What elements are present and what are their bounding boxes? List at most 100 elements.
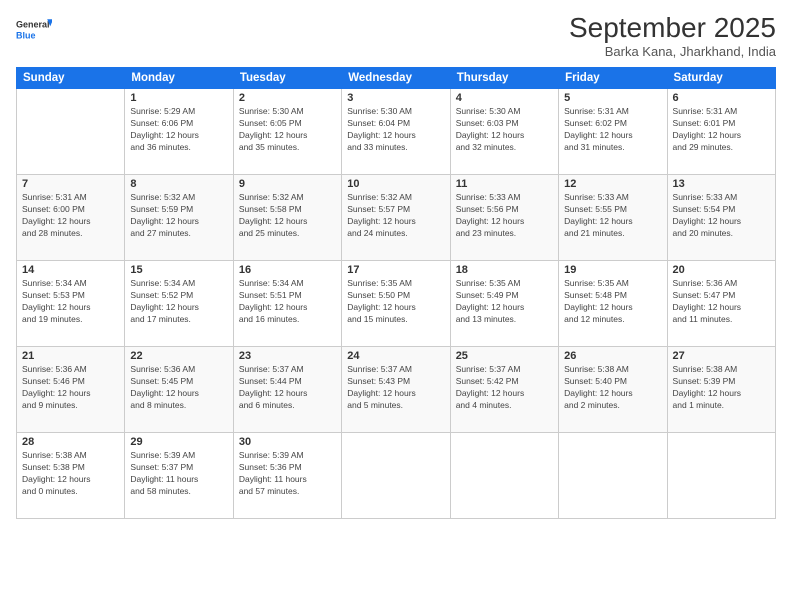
calendar-day-cell: 4 Sunrise: 5:30 AM Sunset: 6:03 PM Daylig… bbox=[450, 89, 558, 175]
logo-svg: General Blue bbox=[16, 12, 52, 48]
calendar-day-cell: 11Sunrise: 5:33 AM Sunset: 5:56 PM Dayli… bbox=[450, 175, 558, 261]
day-info: Sunrise: 5:37 AM Sunset: 5:43 PM Dayligh… bbox=[347, 364, 444, 412]
location-subtitle: Barka Kana, Jharkhand, India bbox=[569, 44, 776, 59]
calendar-week-row: 1 Sunrise: 5:29 AM Sunset: 6:06 PM Daylig… bbox=[17, 89, 776, 175]
calendar-day-cell: 24 Sunrise: 5:37 AM Sunset: 5:43 PM Dayli… bbox=[342, 347, 450, 433]
day-info: Sunrise: 5:31 AM Sunset: 6:02 PM Dayligh… bbox=[564, 106, 661, 154]
calendar-day-cell: 1 Sunrise: 5:29 AM Sunset: 6:06 PM Daylig… bbox=[125, 89, 233, 175]
calendar-day-cell bbox=[450, 433, 558, 519]
calendar-week-row: 21 Sunrise: 5:36 AM Sunset: 5:46 PM Dayli… bbox=[17, 347, 776, 433]
day-number: 6 bbox=[673, 92, 770, 104]
day-number: 27 bbox=[673, 350, 770, 362]
day-info: Sunrise: 5:33 AM Sunset: 5:55 PM Dayligh… bbox=[564, 192, 661, 240]
day-number: 29 bbox=[130, 436, 227, 448]
calendar-day-cell: 22 Sunrise: 5:36 AM Sunset: 5:45 PM Dayli… bbox=[125, 347, 233, 433]
day-number: 13 bbox=[673, 178, 770, 190]
day-info: Sunrise: 5:33 AM Sunset: 5:54 PM Dayligh… bbox=[673, 192, 770, 240]
calendar-day-cell: 13 Sunrise: 5:33 AM Sunset: 5:54 PM Dayli… bbox=[667, 175, 775, 261]
day-info: Sunrise: 5:37 AM Sunset: 5:44 PM Dayligh… bbox=[239, 364, 336, 412]
page-header: General Blue September 2025 Barka Kana, … bbox=[16, 12, 776, 59]
day-number: 18 bbox=[456, 264, 553, 276]
day-number: 17 bbox=[347, 264, 444, 276]
calendar-day-cell: 7 Sunrise: 5:31 AM Sunset: 6:00 PM Daylig… bbox=[17, 175, 125, 261]
day-number: 21 bbox=[22, 350, 119, 362]
day-info: Sunrise: 5:38 AM Sunset: 5:40 PM Dayligh… bbox=[564, 364, 661, 412]
day-number: 4 bbox=[456, 92, 553, 104]
day-number: 28 bbox=[22, 436, 119, 448]
day-info: Sunrise: 5:34 AM Sunset: 5:51 PM Dayligh… bbox=[239, 278, 336, 326]
day-info: Sunrise: 5:36 AM Sunset: 5:46 PM Dayligh… bbox=[22, 364, 119, 412]
calendar-day-cell: 25 Sunrise: 5:37 AM Sunset: 5:42 PM Dayli… bbox=[450, 347, 558, 433]
day-number: 25 bbox=[456, 350, 553, 362]
day-number: 9 bbox=[239, 178, 336, 190]
calendar-table: SundayMondayTuesdayWednesdayThursdayFrid… bbox=[16, 67, 776, 519]
calendar-day-cell: 10 Sunrise: 5:32 AM Sunset: 5:57 PM Dayli… bbox=[342, 175, 450, 261]
day-number: 2 bbox=[239, 92, 336, 104]
calendar-week-row: 7 Sunrise: 5:31 AM Sunset: 6:00 PM Daylig… bbox=[17, 175, 776, 261]
calendar-day-cell: 20 Sunrise: 5:36 AM Sunset: 5:47 PM Dayli… bbox=[667, 261, 775, 347]
calendar-day-cell: 21 Sunrise: 5:36 AM Sunset: 5:46 PM Dayli… bbox=[17, 347, 125, 433]
weekday-header-row: SundayMondayTuesdayWednesdayThursdayFrid… bbox=[17, 68, 776, 89]
day-info: Sunrise: 5:36 AM Sunset: 5:47 PM Dayligh… bbox=[673, 278, 770, 326]
day-info: Sunrise: 5:32 AM Sunset: 5:57 PM Dayligh… bbox=[347, 192, 444, 240]
svg-text:General: General bbox=[16, 20, 50, 30]
calendar-day-cell: 28 Sunrise: 5:38 AM Sunset: 5:38 PM Dayli… bbox=[17, 433, 125, 519]
calendar-day-cell: 9 Sunrise: 5:32 AM Sunset: 5:58 PM Daylig… bbox=[233, 175, 341, 261]
calendar-day-cell: 3Sunrise: 5:30 AM Sunset: 6:04 PM Daylig… bbox=[342, 89, 450, 175]
day-number: 16 bbox=[239, 264, 336, 276]
day-number: 1 bbox=[130, 92, 227, 104]
day-info: Sunrise: 5:34 AM Sunset: 5:53 PM Dayligh… bbox=[22, 278, 119, 326]
month-title: September 2025 bbox=[569, 12, 776, 44]
weekday-header-tuesday: Tuesday bbox=[233, 68, 341, 89]
day-info: Sunrise: 5:32 AM Sunset: 5:58 PM Dayligh… bbox=[239, 192, 336, 240]
title-block: September 2025 Barka Kana, Jharkhand, In… bbox=[569, 12, 776, 59]
day-number: 11 bbox=[456, 178, 553, 190]
day-info: Sunrise: 5:32 AM Sunset: 5:59 PM Dayligh… bbox=[130, 192, 227, 240]
svg-text:Blue: Blue bbox=[16, 30, 36, 40]
day-info: Sunrise: 5:39 AM Sunset: 5:37 PM Dayligh… bbox=[130, 450, 227, 498]
day-number: 3 bbox=[347, 92, 444, 104]
calendar-day-cell: 15Sunrise: 5:34 AM Sunset: 5:52 PM Dayli… bbox=[125, 261, 233, 347]
day-info: Sunrise: 5:30 AM Sunset: 6:03 PM Dayligh… bbox=[456, 106, 553, 154]
day-number: 10 bbox=[347, 178, 444, 190]
calendar-day-cell: 29 Sunrise: 5:39 AM Sunset: 5:37 PM Dayli… bbox=[125, 433, 233, 519]
calendar-day-cell: 26Sunrise: 5:38 AM Sunset: 5:40 PM Dayli… bbox=[559, 347, 667, 433]
day-number: 14 bbox=[22, 264, 119, 276]
day-info: Sunrise: 5:35 AM Sunset: 5:48 PM Dayligh… bbox=[564, 278, 661, 326]
day-info: Sunrise: 5:37 AM Sunset: 5:42 PM Dayligh… bbox=[456, 364, 553, 412]
calendar-day-cell: 17Sunrise: 5:35 AM Sunset: 5:50 PM Dayli… bbox=[342, 261, 450, 347]
day-number: 19 bbox=[564, 264, 661, 276]
day-info: Sunrise: 5:36 AM Sunset: 5:45 PM Dayligh… bbox=[130, 364, 227, 412]
calendar-day-cell: 12 Sunrise: 5:33 AM Sunset: 5:55 PM Dayli… bbox=[559, 175, 667, 261]
day-number: 8 bbox=[130, 178, 227, 190]
day-number: 20 bbox=[673, 264, 770, 276]
weekday-header-wednesday: Wednesday bbox=[342, 68, 450, 89]
weekday-header-thursday: Thursday bbox=[450, 68, 558, 89]
calendar-day-cell: 8 Sunrise: 5:32 AM Sunset: 5:59 PM Daylig… bbox=[125, 175, 233, 261]
day-info: Sunrise: 5:31 AM Sunset: 6:01 PM Dayligh… bbox=[673, 106, 770, 154]
calendar-week-row: 14 Sunrise: 5:34 AM Sunset: 5:53 PM Dayli… bbox=[17, 261, 776, 347]
calendar-day-cell bbox=[17, 89, 125, 175]
weekday-header-friday: Friday bbox=[559, 68, 667, 89]
calendar-week-row: 28 Sunrise: 5:38 AM Sunset: 5:38 PM Dayli… bbox=[17, 433, 776, 519]
weekday-header-saturday: Saturday bbox=[667, 68, 775, 89]
calendar-day-cell bbox=[342, 433, 450, 519]
weekday-header-sunday: Sunday bbox=[17, 68, 125, 89]
day-info: Sunrise: 5:29 AM Sunset: 6:06 PM Dayligh… bbox=[130, 106, 227, 154]
logo: General Blue bbox=[16, 12, 52, 48]
day-number: 12 bbox=[564, 178, 661, 190]
day-info: Sunrise: 5:30 AM Sunset: 6:05 PM Dayligh… bbox=[239, 106, 336, 154]
calendar-day-cell: 23Sunrise: 5:37 AM Sunset: 5:44 PM Dayli… bbox=[233, 347, 341, 433]
day-info: Sunrise: 5:38 AM Sunset: 5:38 PM Dayligh… bbox=[22, 450, 119, 498]
day-info: Sunrise: 5:31 AM Sunset: 6:00 PM Dayligh… bbox=[22, 192, 119, 240]
day-number: 22 bbox=[130, 350, 227, 362]
day-info: Sunrise: 5:34 AM Sunset: 5:52 PM Dayligh… bbox=[130, 278, 227, 326]
calendar-day-cell: 2 Sunrise: 5:30 AM Sunset: 6:05 PM Daylig… bbox=[233, 89, 341, 175]
day-number: 7 bbox=[22, 178, 119, 190]
day-number: 24 bbox=[347, 350, 444, 362]
calendar-day-cell: 18Sunrise: 5:35 AM Sunset: 5:49 PM Dayli… bbox=[450, 261, 558, 347]
day-info: Sunrise: 5:39 AM Sunset: 5:36 PM Dayligh… bbox=[239, 450, 336, 498]
calendar-day-cell: 30Sunrise: 5:39 AM Sunset: 5:36 PM Dayli… bbox=[233, 433, 341, 519]
calendar-day-cell: 27Sunrise: 5:38 AM Sunset: 5:39 PM Dayli… bbox=[667, 347, 775, 433]
calendar-day-cell: 5Sunrise: 5:31 AM Sunset: 6:02 PM Daylig… bbox=[559, 89, 667, 175]
